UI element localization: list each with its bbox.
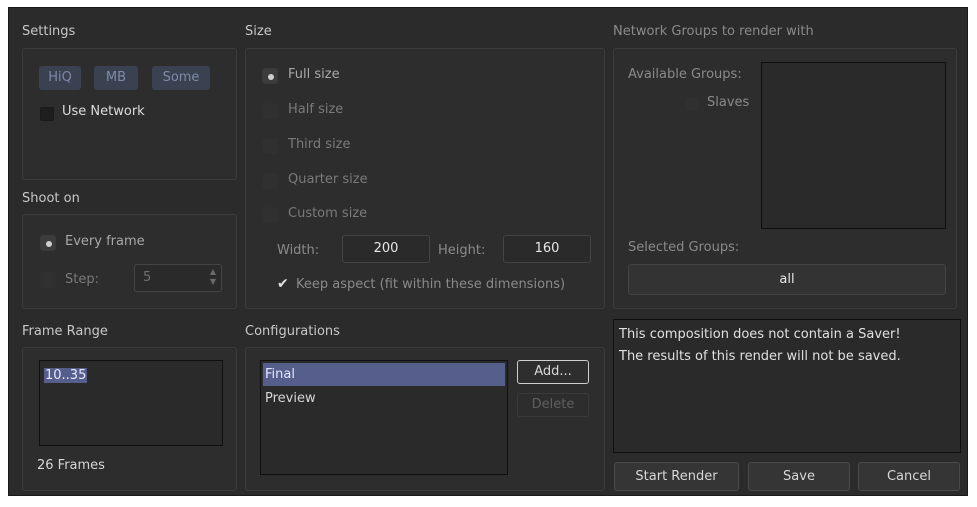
delete-button[interactable]: Delete xyxy=(517,393,589,417)
save-button[interactable]: Save xyxy=(748,462,850,491)
every-frame-radio[interactable] xyxy=(40,235,56,251)
half-size-label: Half size xyxy=(288,102,344,117)
shoot-on-title: Shoot on xyxy=(22,191,80,206)
settings-panel: HiQ MB Some Use Network xyxy=(22,48,237,180)
frame-range-title: Frame Range xyxy=(22,324,108,339)
checkmark-icon[interactable]: ✔ xyxy=(277,276,289,292)
configurations-list[interactable]: Final Preview xyxy=(260,360,508,475)
slaves-label: Slaves xyxy=(707,95,750,110)
list-item[interactable]: Final xyxy=(265,367,295,382)
list-item[interactable]: Preview xyxy=(265,391,316,406)
frame-range-value: 10..35 xyxy=(44,368,88,383)
settings-title: Settings xyxy=(22,24,76,39)
half-size-radio[interactable] xyxy=(262,103,278,119)
frame-range-panel: 10..35 26 Frames xyxy=(22,347,237,491)
add-button[interactable]: Add... xyxy=(517,360,589,384)
full-size-label: Full size xyxy=(288,67,340,82)
full-size-radio[interactable] xyxy=(262,68,278,84)
start-render-button[interactable]: Start Render xyxy=(614,462,739,491)
spin-arrows-icon[interactable]: ▲ ▼ xyxy=(210,267,216,287)
available-groups-label: Available Groups: xyxy=(628,67,742,82)
hiq-chip[interactable]: HiQ xyxy=(39,66,81,90)
custom-size-label: Custom size xyxy=(288,206,368,221)
use-network-label: Use Network xyxy=(62,104,145,119)
frame-range-input[interactable]: 10..35 xyxy=(39,360,223,446)
size-title: Size xyxy=(245,24,272,39)
third-size-radio[interactable] xyxy=(262,138,278,154)
message-line-1: This composition does not contain a Save… xyxy=(619,327,901,342)
step-spinbox[interactable]: 5 ▲ ▼ xyxy=(134,264,222,292)
message-box: This composition does not contain a Save… xyxy=(613,319,961,453)
every-frame-label: Every frame xyxy=(65,234,145,249)
step-value: 5 xyxy=(143,270,152,285)
available-groups-list[interactable] xyxy=(761,62,946,229)
selected-groups-label: Selected Groups: xyxy=(628,240,740,255)
width-input[interactable]: 200 xyxy=(342,235,430,263)
quarter-size-radio[interactable] xyxy=(262,173,278,189)
network-groups-title: Network Groups to render with xyxy=(613,24,814,39)
mb-chip[interactable]: MB xyxy=(94,66,138,90)
slaves-checkbox[interactable] xyxy=(685,97,699,111)
frame-count-label: 26 Frames xyxy=(37,458,105,473)
height-input[interactable]: 160 xyxy=(503,235,591,263)
cancel-button[interactable]: Cancel xyxy=(858,462,960,491)
width-label: Width: xyxy=(277,243,320,258)
config-item-selected-bg xyxy=(263,363,505,386)
network-groups-panel: Available Groups: Slaves Selected Groups… xyxy=(613,48,957,309)
third-size-label: Third size xyxy=(288,137,351,152)
use-network-checkbox[interactable] xyxy=(40,107,54,121)
custom-size-radio[interactable] xyxy=(262,207,278,223)
shoot-on-panel: Every frame Step: 5 ▲ ▼ xyxy=(22,214,237,309)
size-panel: Full size Half size Third size Quarter s… xyxy=(245,48,605,309)
render-settings-dialog: Settings HiQ MB Some Use Network Shoot o… xyxy=(8,7,968,496)
step-label: Step: xyxy=(65,272,99,287)
quarter-size-label: Quarter size xyxy=(288,172,368,187)
some-chip[interactable]: Some xyxy=(152,66,210,90)
message-line-2: The results of this render will not be s… xyxy=(619,349,901,364)
selected-groups-field[interactable]: all xyxy=(628,264,946,295)
configurations-title: Configurations xyxy=(245,324,340,339)
configurations-panel: Final Preview Add... Delete xyxy=(245,347,605,491)
height-label: Height: xyxy=(438,243,486,258)
keep-aspect-label: Keep aspect (fit within these dimensions… xyxy=(296,277,566,292)
step-radio[interactable] xyxy=(40,272,56,288)
